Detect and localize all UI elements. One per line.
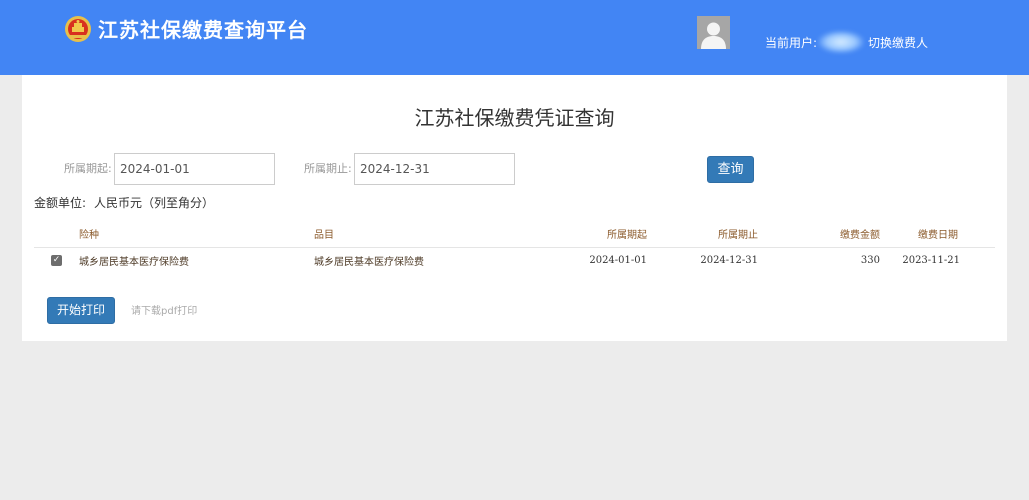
start-print-button[interactable]: 开始打印 (47, 297, 115, 324)
cell-period-start: 2024-01-01 (589, 255, 647, 267)
switch-payer-link[interactable]: 切换缴费人 (868, 36, 928, 50)
amount-unit-label: 金额单位: (34, 196, 87, 210)
top-header: 江苏社保缴费查询平台 当前用户: 切换缴费人 (0, 0, 1029, 75)
amount-unit-line: 金额单位: 人民币元（列至角分） (34, 196, 214, 210)
table-row[interactable]: ✓ 城乡居民基本医疗保险费 城乡居民基本医疗保险费 2024-01-01 202… (34, 247, 995, 274)
cell-amount: 330 (860, 255, 880, 267)
header-period-start: 所属期起 (549, 220, 667, 248)
user-avatar-icon[interactable] (697, 16, 730, 49)
cell-period-end: 2024-12-31 (700, 255, 758, 267)
checkbox-checked-icon[interactable]: ✓ (51, 255, 62, 267)
cell-item: 城乡居民基本医疗保险费 (314, 257, 424, 269)
row-checkbox-cell[interactable]: ✓ (34, 247, 79, 274)
current-user-label: 当前用户: (765, 36, 818, 50)
period-end-label: 所属期止: (304, 162, 352, 175)
cell-insurance-type: 城乡居民基本医疗保险费 (79, 257, 189, 269)
site-title: 江苏社保缴费查询平台 (98, 18, 308, 42)
header-insurance-type: 险种 (79, 220, 314, 248)
period-start-label: 所属期起: (64, 162, 112, 175)
download-pdf-hint[interactable]: 请下载pdf打印 (131, 306, 197, 318)
header-checkbox-cell (34, 220, 79, 248)
period-end-input[interactable] (354, 153, 515, 185)
amount-unit-value: 人民币元（列至角分） (94, 196, 215, 210)
header-amount: 缴费金额 (778, 220, 887, 248)
table-header-row: 险种 品目 所属期起 所属期止 缴费金额 缴费日期 (34, 220, 995, 248)
header-pay-date: 缴费日期 (887, 220, 995, 248)
main-panel: 江苏社保缴费凭证查询 所属期起: 所属期止: 查询 金额单位: 人民币元（列至角分… (22, 75, 1007, 341)
period-start-input[interactable] (114, 153, 275, 185)
query-button[interactable]: 查询 (707, 156, 754, 183)
cell-pay-date: 2023-11-21 (902, 255, 960, 267)
result-table: 险种 品目 所属期起 所属期止 缴费金额 缴费日期 ✓ 城乡居民基本医疗保险费 … (34, 220, 995, 274)
page-title: 江苏社保缴费凭证查询 (414, 106, 615, 130)
current-user-name-masked (818, 31, 864, 53)
header-item: 品目 (314, 220, 549, 248)
national-emblem-icon (65, 16, 91, 42)
header-period-end: 所属期止 (667, 220, 778, 248)
